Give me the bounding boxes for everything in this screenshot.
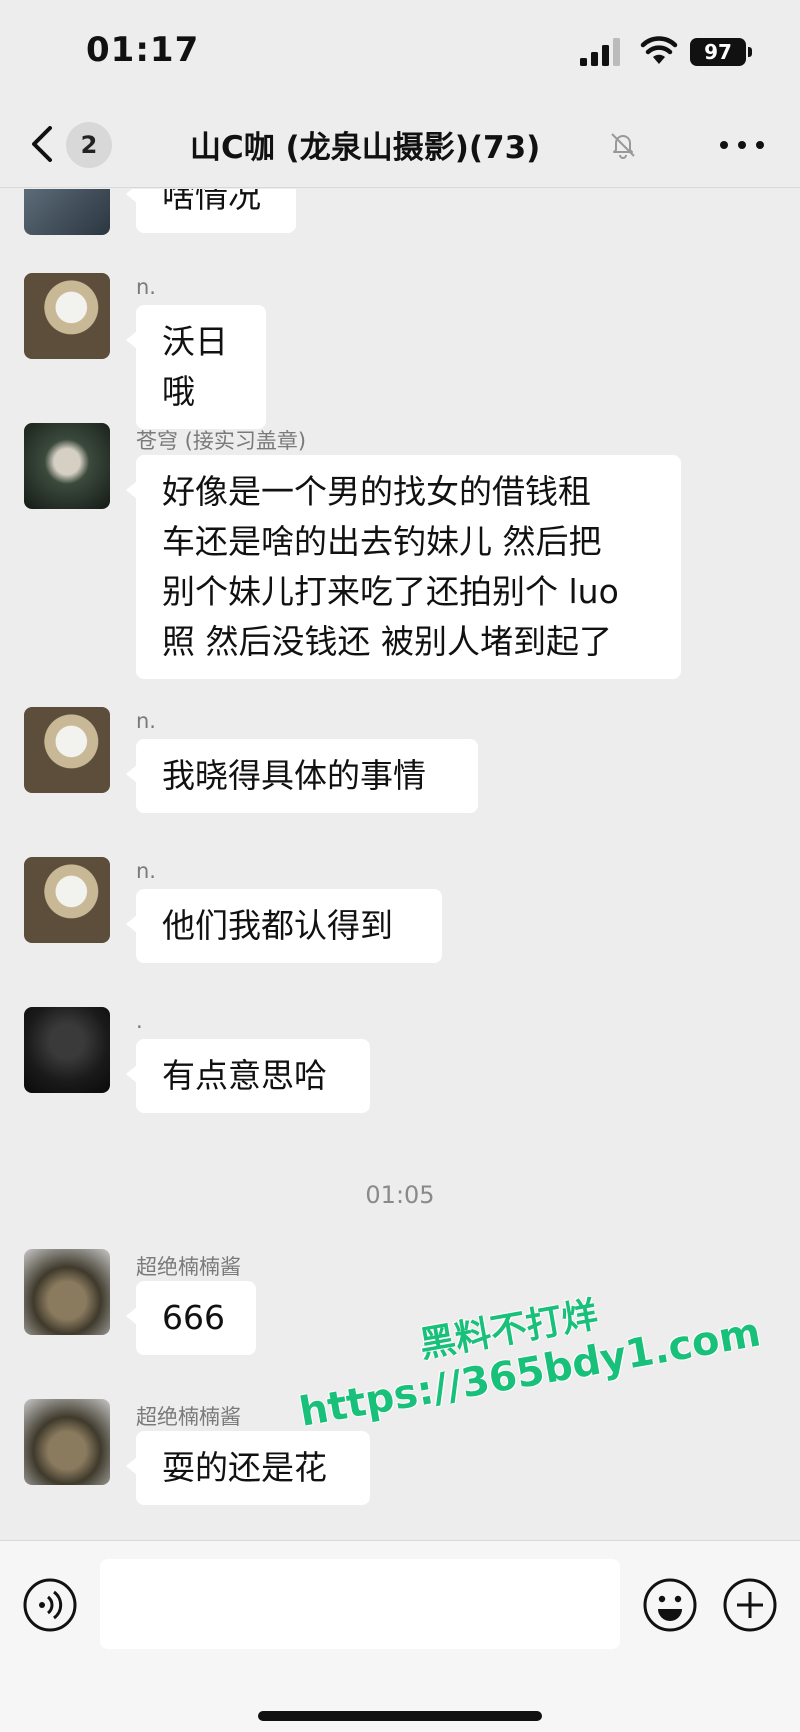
back-button[interactable]: 2 (28, 118, 118, 170)
status-bar: 01:17 97 (0, 0, 800, 100)
avatar[interactable] (24, 189, 110, 235)
smiley-icon[interactable] (642, 1577, 698, 1633)
sender-name: n. (136, 709, 156, 733)
avatar[interactable] (24, 857, 110, 943)
sender-name: . (136, 1009, 143, 1033)
home-indicator (258, 1711, 542, 1721)
message-bubble[interactable]: 他们我都认得到 (126, 889, 442, 963)
avatar[interactable] (24, 707, 110, 793)
wifi-icon (640, 36, 678, 64)
message-bubble[interactable]: 666 (126, 1281, 256, 1355)
sender-name: n. (136, 275, 156, 299)
message-text: 啥情况 (162, 189, 261, 215)
message-text-line: 车还是啥的出去钓妹儿 然后把 (162, 522, 602, 561)
sender-name: 超绝楠楠酱 (136, 1255, 241, 1279)
avatar[interactable] (24, 423, 110, 509)
input-bar (0, 1540, 800, 1732)
chevron-left-icon (32, 126, 52, 162)
message-bubble[interactable]: 有点意思哈 (126, 1039, 370, 1113)
message-text: 他们我都认得到 (162, 906, 393, 945)
battery-icon: 97 (690, 38, 752, 66)
unread-badge: 2 (66, 122, 112, 168)
avatar[interactable] (24, 1007, 110, 1093)
message-bubble[interactable]: 啥情况 (126, 189, 296, 233)
sender-name: n. (136, 859, 156, 883)
message-text: 沃日哦 (162, 322, 228, 411)
message-input[interactable] (100, 1559, 620, 1649)
bell-off-icon (611, 133, 635, 159)
message-bubble[interactable]: 我晓得具体的事情 (126, 739, 478, 813)
message-text-line: 好像是一个男的找女的借钱租 (162, 472, 591, 511)
more-horizontal-icon (720, 141, 728, 149)
message-timestamp: 01:05 (365, 1181, 435, 1209)
message-text: 我晓得具体的事情 (162, 756, 426, 795)
message-text-line: 别个妹儿打来吃了还拍别个 luo (162, 572, 619, 611)
message-bubble[interactable]: 好像是一个男的找女的借钱租 车还是啥的出去钓妹儿 然后把 别个妹儿打来吃了还拍别… (126, 455, 681, 679)
cellular-signal-icon (580, 38, 620, 66)
message-text: 耍的还是花 (162, 1448, 327, 1487)
message-text-line: 照 然后没钱还 被别人堵到起了 (162, 622, 612, 661)
chat-title: 山C咖 (龙泉山摄影)(73) (190, 130, 541, 166)
message-text: 有点意思哈 (162, 1056, 327, 1095)
more-options-button[interactable] (720, 136, 766, 152)
avatar[interactable] (24, 1249, 110, 1335)
message-text: 666 (162, 1298, 225, 1337)
message-bubble[interactable]: 沃日哦 (126, 305, 266, 429)
plus-circle-icon[interactable] (722, 1577, 778, 1633)
sender-name: 超绝楠楠酱 (136, 1405, 241, 1429)
sender-name: 苍穹 (接实习盖章) (136, 429, 307, 453)
avatar[interactable] (24, 273, 110, 359)
chat-header: 2 山C咖 (龙泉山摄影)(73) (0, 100, 800, 188)
battery-level: 97 (704, 40, 732, 64)
avatar[interactable] (24, 1399, 110, 1485)
voice-icon[interactable] (22, 1577, 78, 1633)
status-time: 01:17 (86, 30, 200, 70)
